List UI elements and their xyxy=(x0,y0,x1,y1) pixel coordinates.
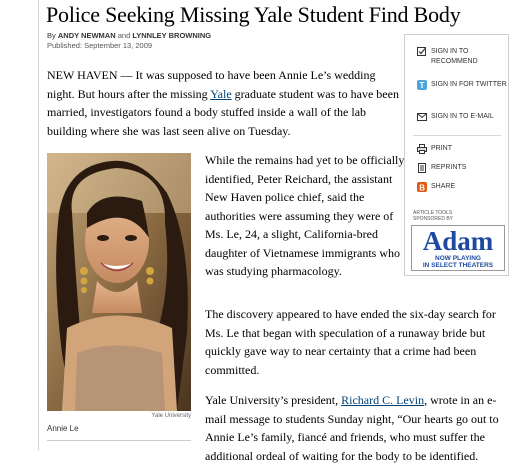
page-left-border xyxy=(38,0,39,450)
paragraph-4-text-a: Yale University’s president, xyxy=(205,393,342,407)
paragraph-3: The discovery appeared to have ended the… xyxy=(205,305,505,379)
twitter-label: SIGN IN FOR TWITTER xyxy=(431,81,507,88)
share-label: SHARE xyxy=(431,183,456,190)
ad-brand: Adam xyxy=(422,226,494,256)
recommend-label: SIGN IN TO RECOMMEND xyxy=(431,48,478,65)
byline-and: and xyxy=(117,31,131,40)
article-headline: Police Seeking Missing Yale Student Find… xyxy=(46,2,461,27)
byline: By ANDY NEWMAN and LYNNLEY BROWNING xyxy=(47,31,211,40)
sponsor-label: ARTICLE TOOLS SPONSORED BY xyxy=(413,210,453,222)
annie-le-photo xyxy=(47,153,191,411)
paragraph-1: NEW HAVEN — It was supposed to have been… xyxy=(47,66,402,140)
paragraph-2: While the remains had yet to be official… xyxy=(205,151,405,281)
email-label: SIGN IN TO E-MAIL xyxy=(431,113,494,120)
ad-tagline: NOW PLAYING IN SELECT THEATERS xyxy=(412,255,504,269)
sponsor-ad[interactable]: Adam NOW PLAYING IN SELECT THEATERS xyxy=(411,225,505,271)
tools-divider xyxy=(413,135,501,136)
sponsor-line-2: SPONSORED BY xyxy=(413,216,454,222)
checkbox-icon xyxy=(417,47,427,57)
byline-by: By xyxy=(47,31,56,40)
article-tools-panel: SIGN IN TO RECOMMEND t SIGN IN FOR TWITT… xyxy=(404,34,509,276)
svg-text:b: b xyxy=(419,183,425,192)
document-icon xyxy=(417,163,427,173)
article-photo xyxy=(47,153,191,411)
photo-caption: Annie Le xyxy=(47,424,79,433)
paragraph-3-text: The discovery appeared to have ended the… xyxy=(205,307,496,377)
published-date: Published: September 13, 2009 xyxy=(47,41,153,50)
svg-text:t: t xyxy=(420,81,425,90)
ad-tagline-2: IN SELECT THEATERS xyxy=(422,262,494,269)
share-icon: b xyxy=(417,182,427,192)
yale-link[interactable]: Yale xyxy=(210,87,231,101)
author-link-andy-newman[interactable]: ANDY NEWMAN xyxy=(58,31,116,40)
envelope-icon xyxy=(417,112,427,122)
twitter-icon: t xyxy=(417,80,427,90)
author-link-lynnley-browning[interactable]: LYNNLEY BROWNING xyxy=(132,31,211,40)
reprints-label: REPRINTS xyxy=(431,164,467,171)
printer-icon xyxy=(417,144,427,154)
caption-divider xyxy=(47,440,191,441)
paragraph-4: Yale University’s president, Richard C. … xyxy=(205,391,505,465)
ad-tagline-1: NOW PLAYING xyxy=(435,255,481,262)
richard-levin-link[interactable]: Richard C. Levin xyxy=(341,393,424,407)
photo-credit: Yale University xyxy=(151,413,191,419)
paragraph-2-text: While the remains had yet to be official… xyxy=(205,153,405,278)
print-label: PRINT xyxy=(431,145,452,152)
